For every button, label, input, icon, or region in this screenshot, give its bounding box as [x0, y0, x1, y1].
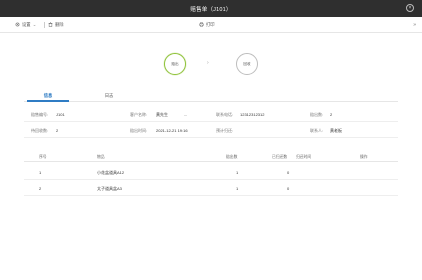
- row-qty: 1: [236, 170, 239, 175]
- info-row: 待回收数: 2 赔出时间: 2021-12-21 19:16 预计归还: 联系人…: [24, 122, 398, 138]
- tab-info[interactable]: 信息: [27, 93, 69, 99]
- order-info: 赔售编号: J101 客户名称: 黄先生 ... 联系电话: 123123123…: [24, 106, 398, 142]
- settings-label: 设置: [22, 21, 31, 27]
- title-bar: 赔售单（J101） ×: [0, 0, 422, 17]
- row-returned: 0: [287, 186, 290, 191]
- info-row: 赔售编号: J101 客户名称: 黄先生 ... 联系电话: 123123123…: [24, 106, 398, 122]
- settings-button[interactable]: 设置 ⌄: [15, 22, 36, 28]
- flow-step-lend: 赔出: [164, 53, 186, 75]
- col-action: 操作: [360, 154, 368, 159]
- col-return-time: 归还时间: [296, 154, 312, 159]
- table-row[interactable]: 1 小花盆道具A12 1 0: [24, 164, 398, 180]
- col-product: 物品: [97, 154, 105, 159]
- order-number-label: 赔售编号:: [31, 112, 49, 117]
- customer-name-value: 黄先生: [156, 112, 168, 117]
- window-title: 赔售单（J101）: [190, 6, 232, 13]
- flow-step-recover-label: 回收: [243, 61, 251, 66]
- row-product: 小花盆道具A12: [97, 170, 125, 175]
- tab-bar: 信息 日志: [24, 92, 398, 102]
- customer-more-icon[interactable]: ...: [184, 112, 187, 117]
- customer-name-label: 客户名称:: [130, 112, 148, 117]
- row-qty: 1: [236, 186, 239, 191]
- table-row[interactable]: 2 太子道具盆A3 1 0: [24, 180, 398, 196]
- lend-time-label: 赔出时间:: [130, 128, 148, 133]
- flow-arrow-icon: ›: [207, 60, 209, 66]
- order-number-value: J101: [56, 112, 65, 117]
- col-qty: 赔出数: [226, 154, 238, 159]
- col-returned: 已归还数: [272, 154, 288, 159]
- contact-value: 黄老板: [330, 128, 342, 133]
- chevron-down-icon: ⌄: [32, 21, 37, 27]
- trash-icon: [48, 22, 53, 27]
- row-returned: 0: [287, 170, 290, 175]
- phone-label: 联系电话:: [216, 112, 234, 117]
- toolbar: 设置 ⌄ 删除 打印 »: [0, 17, 422, 33]
- toolbar-divider: [44, 22, 45, 28]
- lend-time-value: 2021-12-21 19:16: [156, 128, 188, 133]
- print-button[interactable]: 打印: [199, 22, 215, 28]
- print-icon: [199, 22, 204, 27]
- lent-count-label: 赔出数:: [310, 112, 324, 117]
- phone-value: 12312312312: [240, 112, 265, 117]
- delete-button[interactable]: 删除: [48, 22, 64, 28]
- print-label: 打印: [206, 21, 215, 27]
- gear-icon: [15, 22, 20, 27]
- delete-label: 删除: [55, 21, 64, 27]
- active-tab-indicator: [27, 100, 69, 102]
- row-index: 1: [39, 170, 42, 175]
- table-header: 序号 物品 赔出数 已归还数 归还时间 操作: [24, 152, 398, 162]
- contact-label: 联系人:: [310, 128, 324, 133]
- col-index: 序号: [39, 154, 47, 159]
- lent-count-value: 2: [330, 112, 333, 117]
- expand-icon[interactable]: »: [413, 22, 416, 28]
- row-index: 2: [39, 186, 42, 191]
- row-product: 太子道具盆A3: [97, 186, 122, 191]
- pending-return-label: 待回收数:: [31, 128, 49, 133]
- flow-step-lend-label: 赔出: [171, 61, 179, 66]
- close-icon[interactable]: ×: [406, 4, 414, 12]
- flow-step-recover: 回收: [236, 53, 258, 75]
- pending-return-value: 2: [56, 128, 59, 133]
- tab-log[interactable]: 日志: [88, 93, 130, 99]
- expected-return-label: 预计归还:: [216, 128, 234, 133]
